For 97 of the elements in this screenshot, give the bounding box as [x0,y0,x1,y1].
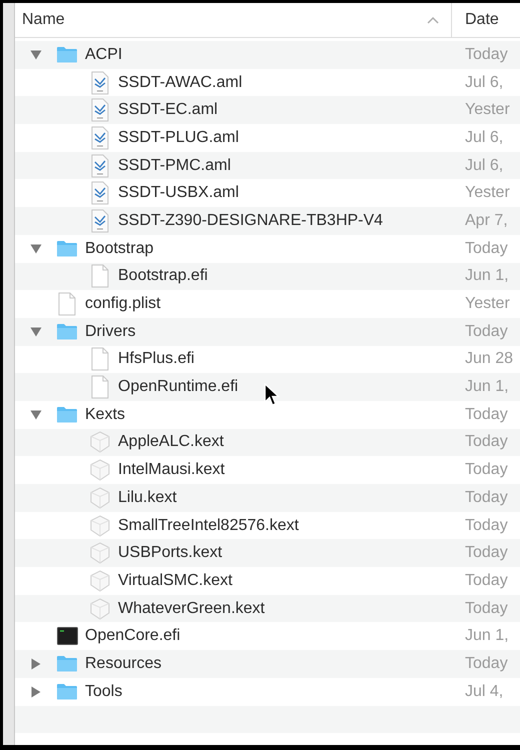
document-icon [91,264,109,288]
document-icon [58,292,76,316]
disclosure-triangle-icon[interactable] [31,686,41,698]
file-name: Lilu.kext [118,488,177,508]
date-modified: Today [465,432,508,452]
folder-icon [56,323,78,340]
file-row[interactable]: HfsPlus.efi Jun 28 [15,346,520,374]
date-modified: Today [465,654,508,674]
file-name: IntelMausi.kext [118,460,225,480]
file-name: config.plist [85,294,161,314]
file-name: OpenRuntime.efi [118,377,238,398]
file-row[interactable]: USBPorts.kext Today [15,539,520,568]
mouse-pointer-icon [264,383,280,407]
file-row[interactable]: SSDT-AWAC.aml Jul 6, [15,68,520,96]
date-modified: Jun 1, [465,377,509,398]
file-name: Tools [85,682,122,702]
file-row[interactable]: Resources Today [15,650,520,678]
document-icon [91,126,109,150]
cube-icon [90,459,110,482]
folder-icon [56,406,78,424]
file-name: SSDT-PMC.aml [118,156,231,176]
file-name: SSDT-EC.aml [118,100,218,120]
document-icon [91,154,109,178]
file-name: SSDT-USBX.aml [118,183,239,204]
document-icon [91,98,109,122]
date-modified: Today [465,238,508,259]
cube-icon [90,598,110,620]
date-modified: Today [465,488,508,508]
file-name: Bootstrap [85,238,154,259]
file-name: VirtualSMC.kext [118,570,232,591]
file-name: ACPI [85,44,122,65]
file-name: Kexts [85,404,126,425]
document-icon [91,208,109,233]
document-icon [91,347,109,372]
file-row[interactable]: SSDT-EC.aml Yester [15,96,520,124]
file-name: SmallTreeIntel82576.kext [118,516,299,536]
date-modified: Jun 28 [465,349,514,370]
date-modified: Today [465,516,508,536]
sort-chevron-icon[interactable] [427,16,439,24]
cube-icon [90,570,110,592]
date-modified: Jul 6, [465,128,504,148]
folder-icon [56,655,78,672]
date-modified: Jul 6, [465,72,504,93]
date-modified: Today [465,460,508,480]
terminal-icon [56,627,78,646]
file-row[interactable]: Bootstrap.efi Jun 1, [15,262,520,290]
document-icon [91,181,109,206]
file-row[interactable]: SSDT-PMC.aml Jul 6, [15,152,520,180]
file-name: OpenCore.efi [85,626,180,646]
date-modified: Jul 4, [465,682,504,702]
column-header[interactable]: Date [465,8,499,32]
file-name: Drivers [85,322,136,342]
document-icon [91,70,109,95]
disclosure-triangle-icon[interactable] [30,410,42,420]
disclosure-triangle-icon[interactable] [30,244,42,254]
file-name: SSDT-Z390-DESIGNARE-TB3HP-V4 [118,210,383,231]
file-row[interactable]: OpenRuntime.efi Jun 1, [15,373,520,401]
file-row[interactable]: Lilu.kext Today [15,484,520,512]
date-modified: Yester [465,183,510,204]
date-modified: Yester [465,294,510,314]
disclosure-triangle-icon[interactable] [30,326,42,337]
disclosure-triangle-icon[interactable] [31,658,41,670]
file-row[interactable]: SSDT-Z390-DESIGNARE-TB3HP-V4 Apr 7, [15,207,520,235]
file-name: Resources [85,654,162,674]
file-row[interactable]: SmallTreeIntel82576.kext Today [15,512,520,540]
file-row[interactable]: WhateverGreen.kext Today [15,594,520,622]
disclosure-triangle-icon[interactable] [30,50,42,60]
date-modified: Today [465,598,508,619]
file-name: AppleALC.kext [118,432,224,452]
file-row[interactable]: ACPI Today [15,41,520,69]
file-name: HfsPlus.efi [118,349,194,370]
cube-icon [90,486,110,509]
date-modified: Today [465,543,508,564]
date-modified: Today [465,322,508,342]
date-modified: Apr 7, [465,210,508,231]
date-modified: Jun 1, [465,266,509,286]
file-name: USBPorts.kext [118,543,222,564]
folder-icon [56,46,78,64]
file-row[interactable]: AppleALC.kext Today [15,428,520,456]
file-name: Bootstrap.efi [118,266,208,286]
date-modified: Today [465,404,508,425]
file-row[interactable]: Drivers Today [15,318,520,346]
column-header[interactable]: Name [22,8,427,32]
cube-icon [90,431,110,454]
date-modified: Today [465,44,508,65]
date-modified: Today [465,570,508,591]
file-name: SSDT-PLUG.aml [118,128,239,148]
cube-icon [90,514,110,537]
date-modified: Jul 6, [465,156,504,176]
folder-icon [56,683,78,700]
date-modified: Yester [465,100,510,120]
cube-icon [90,542,110,564]
file-name: SSDT-AWAC.aml [118,72,242,93]
file-name: WhateverGreen.kext [118,598,265,619]
date-modified: Jun 1, [465,626,509,646]
folder-icon [56,240,78,258]
document-icon [91,375,109,400]
